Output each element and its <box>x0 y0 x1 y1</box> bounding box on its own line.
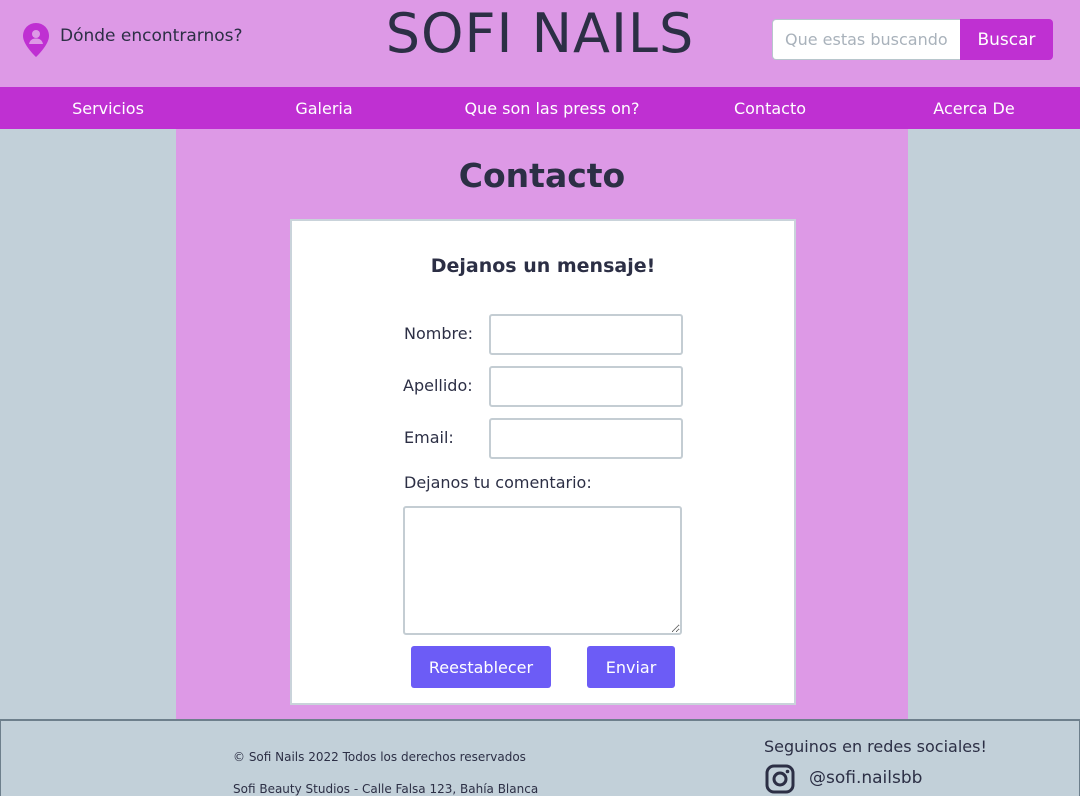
nav-item-contacto[interactable]: Contacto <box>672 87 868 129</box>
apellido-label: Apellido: <box>403 376 473 395</box>
site-header: Dónde encontrarnos? SOFI NAILS Buscar <box>0 0 1080 87</box>
reset-button[interactable]: Reestablecer <box>411 646 551 688</box>
apellido-field[interactable] <box>489 366 683 407</box>
nav-item-servicios[interactable]: Servicios <box>0 87 216 129</box>
contact-form-card: Dejanos un mensaje! Nombre: Apellido: Em… <box>290 219 796 705</box>
email-field[interactable] <box>489 418 683 459</box>
search-input[interactable] <box>772 19 960 60</box>
page-title: Contacto <box>458 156 626 195</box>
form-heading: Dejanos un mensaje! <box>430 255 656 277</box>
copyright-text: © Sofi Nails 2022 Todos los derechos res… <box>233 750 526 764</box>
nav-item-press-on[interactable]: Que son las press on? <box>432 87 672 129</box>
nav-item-galeria[interactable]: Galeria <box>216 87 432 129</box>
comment-label: Dejanos tu comentario: <box>404 473 592 492</box>
main-content: Contacto Dejanos un mensaje! Nombre: Ape… <box>176 129 908 720</box>
instagram-icon[interactable] <box>764 763 796 795</box>
nav-item-acerca-de[interactable]: Acerca De <box>868 87 1080 129</box>
nombre-field[interactable] <box>489 314 683 355</box>
location-label: Dónde encontrarnos? <box>60 26 243 46</box>
site-footer: © Sofi Nails 2022 Todos los derechos res… <box>0 719 1080 796</box>
location-link[interactable]: Dónde encontrarnos? <box>22 22 243 58</box>
nombre-label: Nombre: <box>404 324 473 343</box>
submit-button[interactable]: Enviar <box>587 646 675 688</box>
instagram-handle[interactable]: @sofi.nailsbb <box>809 768 922 788</box>
search-button[interactable]: Buscar <box>960 19 1053 60</box>
location-pin-icon <box>23 23 49 57</box>
social-heading: Seguinos en redes sociales! <box>764 737 987 756</box>
main-nav: Servicios Galeria Que son las press on? … <box>0 87 1080 129</box>
email-label: Email: <box>404 428 454 447</box>
comment-textarea[interactable] <box>403 506 682 635</box>
address-text: Sofi Beauty Studios - Calle Falsa 123, B… <box>233 782 539 796</box>
search-bar: Buscar <box>772 19 1053 60</box>
